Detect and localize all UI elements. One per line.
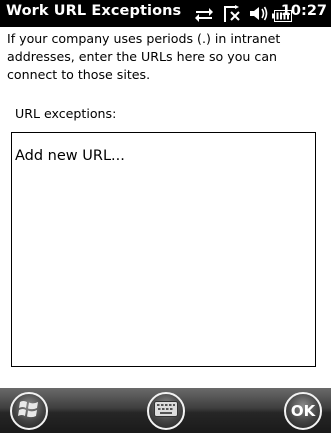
no-signal-icon[interactable]	[222, 4, 242, 28]
ok-button[interactable]: OK	[284, 392, 322, 430]
instructions-text: If your company uses periods (.) in intr…	[7, 31, 281, 82]
url-exceptions-list[interactable]: Add new URL...	[11, 132, 316, 367]
clock-time[interactable]: 10:27	[281, 3, 327, 19]
window-title: Work URL Exceptions	[6, 3, 182, 19]
status-bar: Work URL Exceptions 10:27	[0, 0, 331, 27]
url-exceptions-label: URL exceptions:	[15, 106, 117, 121]
keyboard-button[interactable]	[147, 392, 185, 430]
connectivity-icon[interactable]	[194, 4, 214, 27]
keyboard-icon	[154, 401, 178, 421]
start-button[interactable]	[10, 392, 48, 430]
volume-muted-icon[interactable]	[249, 4, 269, 27]
ok-button-label: OK	[290, 402, 316, 420]
add-new-url-item[interactable]: Add new URL...	[15, 148, 125, 164]
windows-start-icon	[18, 398, 40, 424]
menu-bar: OK	[0, 388, 331, 433]
